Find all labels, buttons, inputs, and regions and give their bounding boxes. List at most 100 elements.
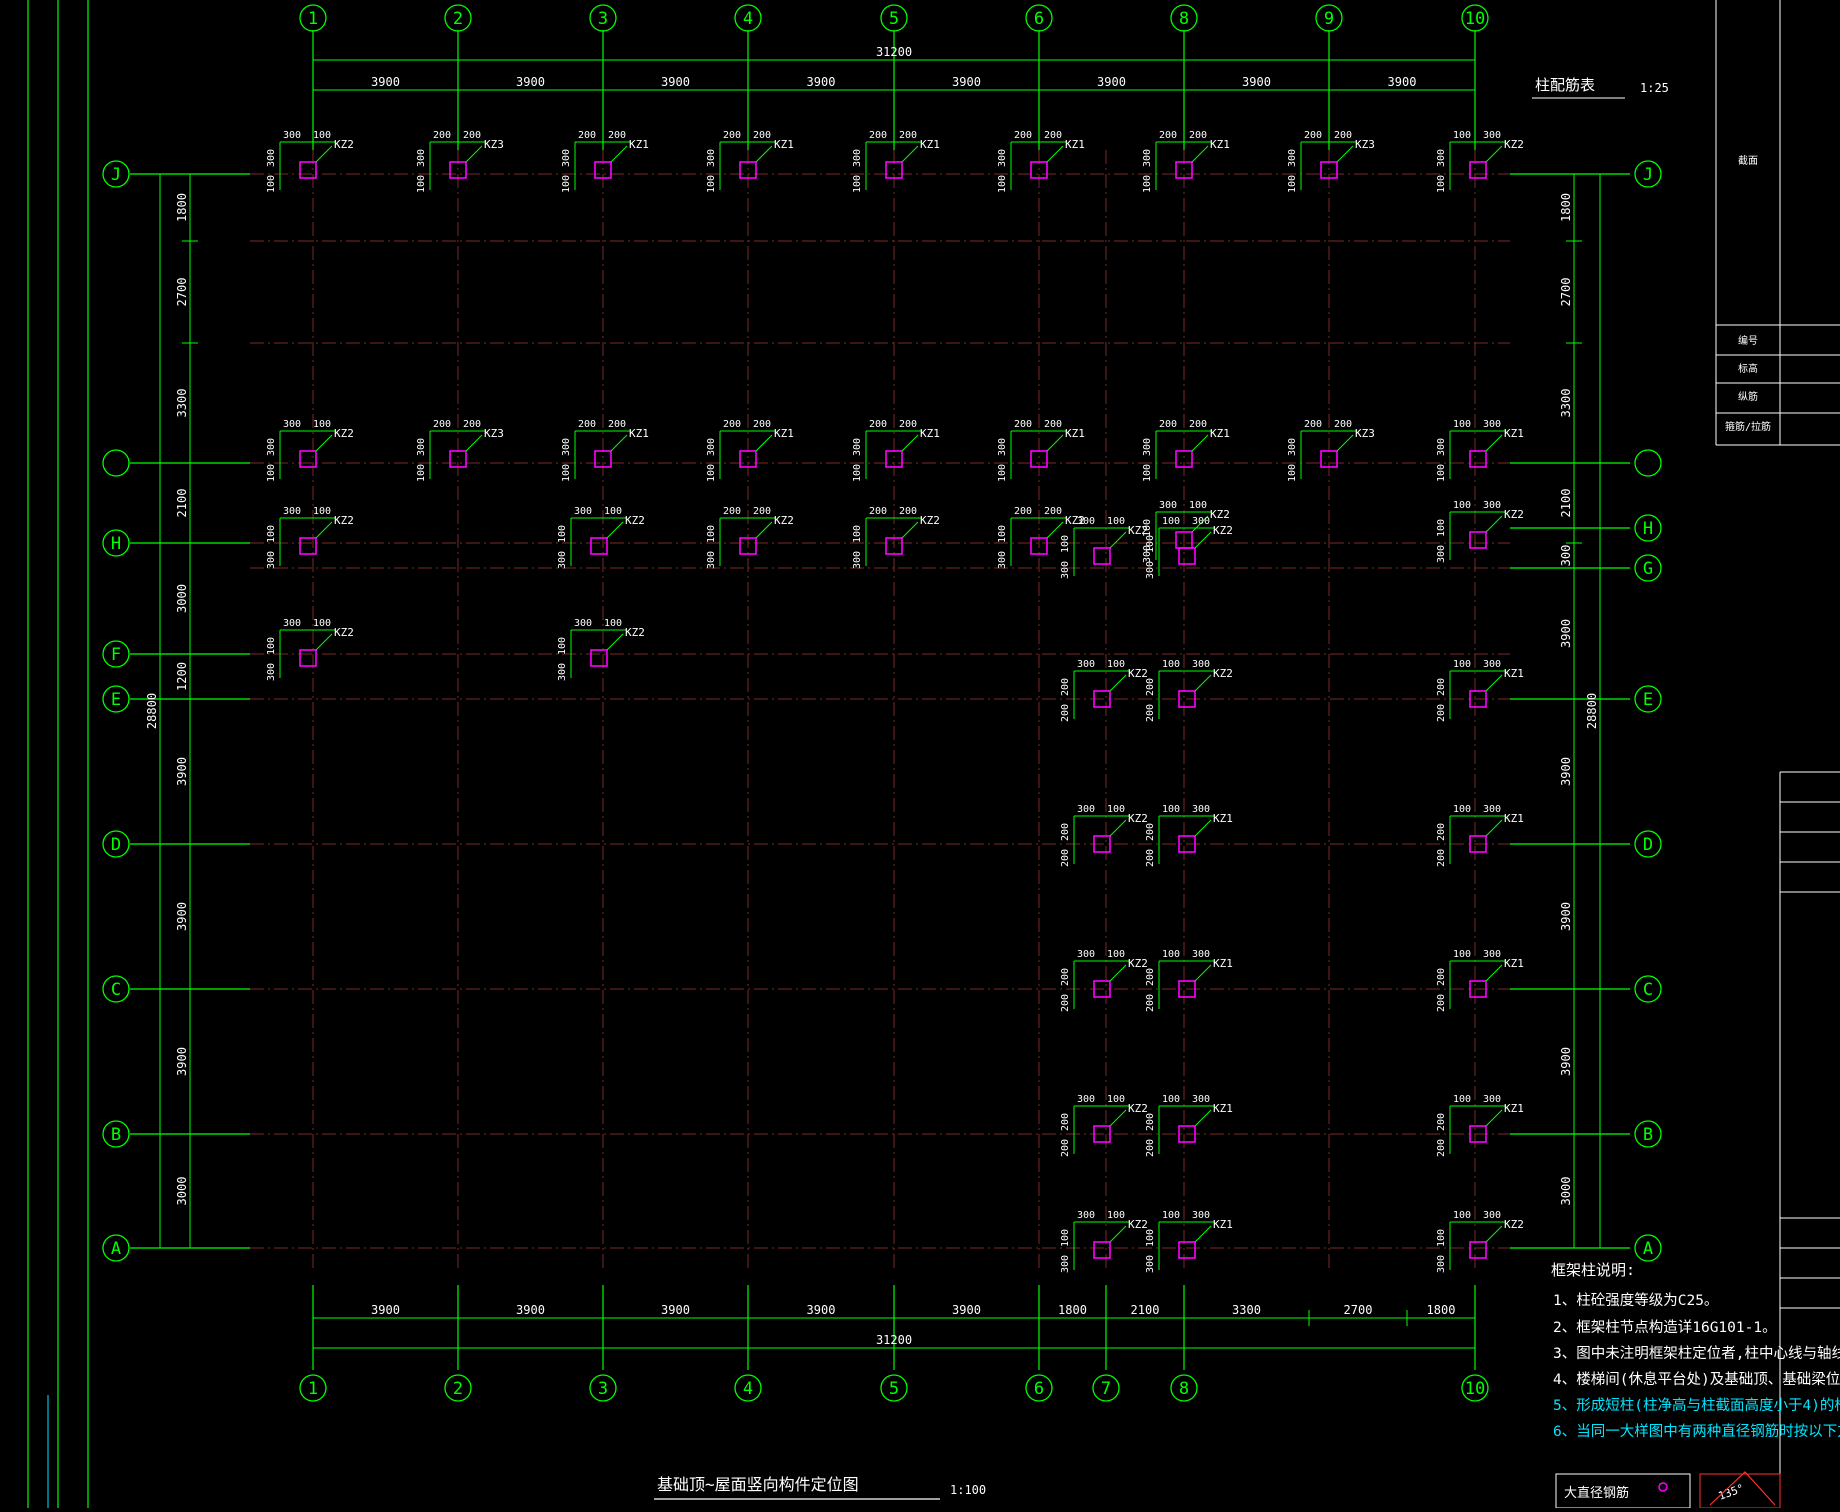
column-dy1: 300: [1287, 149, 1298, 167]
left-total-dim-text: 28800: [145, 693, 159, 729]
column-dx1: 200: [1014, 130, 1032, 141]
column-dy2: 300: [1436, 1255, 1447, 1273]
column-dy1: 200: [1060, 823, 1071, 841]
cad-canvas: 1 2 3 4 5 6 8 9 101 2 3 4 5 6 7 8 10JHFEDCBAJHGEDCBA 312…: [0, 0, 1840, 1509]
column-dx2: 200: [1334, 419, 1352, 430]
column-dy2: 300: [266, 663, 277, 681]
column-id: KZ1: [1504, 667, 1524, 680]
top-span-dim-text: 3900: [661, 75, 690, 89]
column-dx1: 100: [1453, 659, 1471, 670]
cad-drawing: 1 2 3 4 5 6 8 9 10 1 2 3 4 5 6 7 8 10 J H F E D C B A J H G E D C B A 312…: [0, 0, 1840, 1509]
axis-bubble-left-label: C: [111, 980, 121, 1000]
column-dx2: 200: [1189, 419, 1207, 430]
column-dx1: 300: [1077, 949, 1095, 960]
column-id: KZ1: [774, 427, 794, 440]
column-dy1: 300: [416, 149, 427, 167]
axis-bubble-bottom-label: 5: [889, 1379, 899, 1399]
left-span-dim-text: 3900: [175, 757, 189, 786]
column-dx2: 100: [313, 506, 331, 517]
column-dx1: 100: [1162, 804, 1180, 815]
column-dy2: 200: [1436, 849, 1447, 867]
column-dx1: 200: [723, 130, 741, 141]
column-id: KZ1: [774, 138, 794, 151]
column-dy1: 200: [1145, 823, 1156, 841]
column-dx1: 200: [1304, 419, 1322, 430]
column-id: KZ1: [1504, 427, 1524, 440]
column-id: KZ3: [1355, 138, 1375, 151]
column-id: KZ1: [1213, 957, 1233, 970]
column-dx1: 300: [283, 618, 301, 629]
column-dx2: 300: [1192, 1210, 1210, 1221]
column-dx2: 200: [899, 130, 917, 141]
column-dy2: 100: [1287, 175, 1298, 193]
column-dy2: 300: [997, 551, 1008, 569]
column-dx2: 100: [313, 618, 331, 629]
column-dy2: 100: [706, 175, 717, 193]
column-dx2: 300: [1483, 804, 1501, 815]
column-dx1: 300: [1077, 804, 1095, 815]
column-dx2: 200: [899, 419, 917, 430]
bottom-span-dim-text: 2700: [1344, 1303, 1373, 1317]
column-dx2: 200: [463, 419, 481, 430]
column-dy2: 200: [1436, 1139, 1447, 1157]
column-dy1: 200: [1436, 678, 1447, 696]
column-id: KZ2: [1213, 667, 1233, 680]
column-dy1: 300: [706, 149, 717, 167]
note-item: 1、柱砼强度等级为C25。: [1553, 1291, 1718, 1309]
column-dy2: 100: [1142, 175, 1153, 193]
column-dy2: 300: [1060, 561, 1071, 579]
axis-bubble-left-label: F: [111, 645, 121, 665]
column-dx2: 300: [1483, 130, 1501, 141]
axis-bubble-top-label: 4: [743, 9, 753, 29]
column-dy2: 100: [997, 464, 1008, 482]
top-total-dim-text: 31200: [876, 45, 912, 59]
column-dy2: 200: [1145, 849, 1156, 867]
right-span-dim-text: 2100: [1559, 489, 1573, 518]
axis-bubble-right-label: G: [1643, 559, 1653, 579]
column-dy2: 200: [1060, 849, 1071, 867]
column-id: KZ2: [1504, 1218, 1524, 1231]
column-dx1: 300: [283, 506, 301, 517]
column-dy2: 100: [266, 175, 277, 193]
axis-bubble-left-label: H: [111, 534, 121, 554]
column-dx2: 100: [313, 130, 331, 141]
column-dy1: 300: [997, 149, 1008, 167]
column-dx1: 100: [1453, 804, 1471, 815]
column-dx1: 200: [433, 130, 451, 141]
axis-bubble-top-label: 8: [1179, 9, 1189, 29]
note-item: 3、图中未注明框架柱定位者,柱中心线与轴线重合。: [1553, 1345, 1840, 1362]
axis-bubble-bottom-label: 4: [743, 1379, 753, 1399]
column-dx2: 300: [1192, 804, 1210, 815]
column-dx1: 100: [1162, 659, 1180, 670]
bottom-span-dim-text: 3300: [1232, 1303, 1261, 1317]
column-dx1: 300: [1077, 1094, 1095, 1105]
right-span-dim-text: 3000: [1559, 1177, 1573, 1206]
column-dx1: 300: [1159, 500, 1177, 511]
top-span-dim-text: 3900: [1097, 75, 1126, 89]
column-dy1: 200: [1060, 968, 1071, 986]
column-dx2: 300: [1483, 1094, 1501, 1105]
axis-bubble-top-label: 6: [1034, 9, 1044, 29]
column-dy1: 300: [1142, 438, 1153, 456]
column-dy2: 300: [1436, 545, 1447, 563]
axis-bubble-top-label: 1: [308, 9, 318, 29]
column-dx1: 300: [283, 419, 301, 430]
column-dx1: 300: [1077, 516, 1095, 527]
bottom-span-dim-text: 1800: [1427, 1303, 1456, 1317]
right-span-dim-text: 2700: [1559, 278, 1573, 307]
axis-bubble-right-label: A: [1643, 1239, 1653, 1259]
column-dy1: 100: [706, 525, 717, 543]
column-dy2: 100: [266, 464, 277, 482]
column-dy1: 100: [1436, 519, 1447, 537]
top-span-dim-text: 3900: [807, 75, 836, 89]
column-dx2: 100: [313, 419, 331, 430]
top-span-dim-text: 3900: [371, 75, 400, 89]
column-id: KZ2: [1504, 508, 1524, 521]
right-span-dim-text: 3300: [1559, 389, 1573, 418]
column-dx2: 200: [753, 419, 771, 430]
column-dy2: 300: [557, 551, 568, 569]
column-id: KZ3: [484, 427, 504, 440]
column-dx1: 200: [1014, 419, 1032, 430]
note-item: 5、形成短柱(柱净高与柱截面高度小于4)的框架柱箍筋全高加密: [1553, 1396, 1840, 1414]
column-dy1: 100: [1060, 1229, 1071, 1247]
